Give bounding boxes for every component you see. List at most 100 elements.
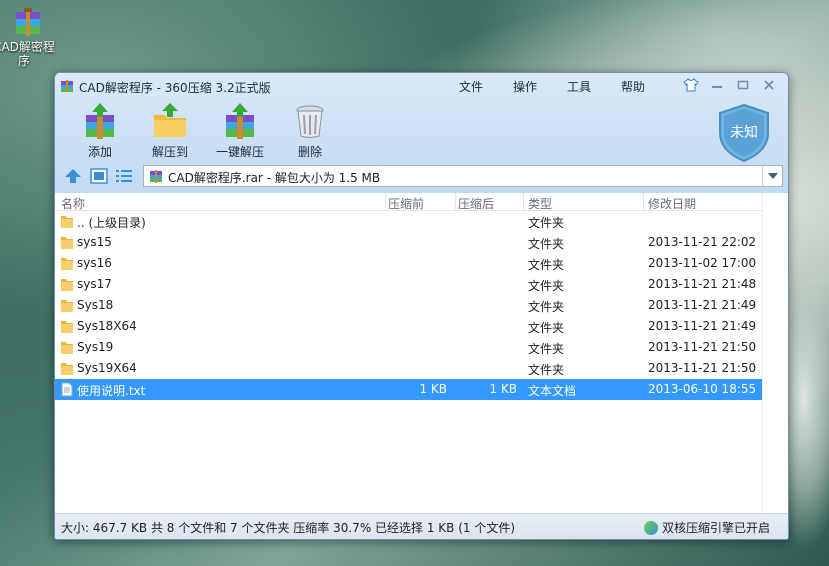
file-date: 2013-11-21 21:49 [648, 319, 757, 333]
column-divider[interactable] [643, 193, 644, 211]
rar-file-icon [150, 170, 162, 183]
close-button[interactable] [756, 75, 782, 95]
list-view-icon[interactable] [115, 168, 133, 184]
menu-bar: 文件 操作 工具 帮助 [459, 78, 675, 95]
winrar-archive-icon [12, 6, 44, 38]
list-item[interactable]: Sys19X64 文件夹 2013-11-21 21:50 [55, 358, 763, 379]
desktop-icon-cad[interactable]: CAD解密程序 [0, 6, 56, 68]
file-name: Sys19 [77, 340, 114, 354]
list-item[interactable]: sys17 文件夹 2013-11-21 21:48 [55, 274, 763, 295]
address-row: CAD解密程序.rar - 解包大小为 1.5 MB [55, 163, 788, 191]
list-item[interactable]: Sys18 文件夹 2013-11-21 21:49 [55, 295, 763, 316]
folder-icon [61, 216, 73, 228]
icon-view-icon[interactable] [90, 168, 108, 184]
security-status-badge[interactable]: 未知 [716, 103, 772, 163]
folder-icon [61, 363, 73, 375]
maximize-button[interactable] [730, 75, 756, 95]
file-name: Sys18X64 [77, 319, 137, 333]
address-dropdown-button[interactable] [762, 166, 782, 186]
file-date: 2013-11-21 22:02 [648, 235, 757, 249]
text-file-icon [61, 382, 73, 397]
file-date: 2013-11-21 21:48 [648, 277, 757, 291]
status-summary: 大小: 467.7 KB 共 8 个文件和 7 个文件夹 压缩率 30.7% 已… [61, 521, 516, 535]
list-item[interactable]: .. (上级目录) 文件夹 [55, 211, 763, 232]
folder-icon [61, 300, 73, 312]
add-label: 添加 [87, 145, 112, 159]
extract-folder-icon [152, 103, 188, 139]
window-title: CAD解密程序 - 360压缩 3.2正式版 [79, 81, 271, 95]
column-before[interactable]: 压缩前 [388, 195, 424, 212]
add-archive-icon [82, 103, 118, 139]
list-item-selected[interactable]: 使用说明.txt 1 KB 1 KB 文本文档 2013-06-10 18:55 [55, 379, 763, 400]
vertical-scrollbar[interactable] [762, 193, 788, 515]
file-date: 2013-11-21 21:49 [648, 298, 757, 312]
toolbar: 添加 解压到 一键解压 删除 [65, 103, 345, 160]
column-divider[interactable] [523, 193, 524, 211]
desktop-icon-label: CAD解密程序 [0, 40, 55, 68]
list-item[interactable]: sys16 文件夹 2013-11-02 17:00 [55, 253, 763, 274]
extract-to-button[interactable]: 解压到 [135, 103, 205, 160]
file-type: 文件夹 [528, 300, 565, 314]
file-type: 文件夹 [528, 237, 565, 251]
delete-label: 删除 [297, 145, 322, 159]
file-size-before: 1 KB [419, 382, 447, 396]
engine-status-text: 双核压缩引擎已开启 [661, 521, 770, 535]
chevron-down-icon [767, 173, 778, 179]
badge-label: 未知 [730, 124, 758, 141]
one-click-extract-icon [222, 103, 258, 139]
folder-icon [61, 237, 73, 249]
folder-icon [61, 342, 73, 354]
list-item[interactable]: Sys19 文件夹 2013-11-21 21:50 [55, 337, 763, 358]
file-type: 文件夹 [528, 321, 565, 335]
one-click-extract-label: 一键解压 [215, 145, 264, 159]
file-type: 文本文档 [528, 384, 577, 398]
one-click-extract-button[interactable]: 一键解压 [205, 103, 275, 160]
add-button[interactable]: 添加 [65, 103, 135, 160]
file-type: 文件夹 [528, 342, 565, 356]
file-name: sys15 [77, 235, 112, 249]
extract-to-label: 解压到 [151, 145, 188, 159]
file-name: Sys18 [77, 298, 114, 312]
file-date: 2013-06-10 18:55 [648, 382, 757, 396]
menu-help[interactable]: 帮助 [621, 78, 645, 95]
file-name: Sys19X64 [77, 361, 137, 375]
window-controls [678, 75, 782, 95]
column-type[interactable]: 类型 [528, 195, 552, 212]
dual-core-engine-icon [643, 520, 658, 535]
file-type: 文件夹 [528, 258, 565, 272]
menu-file[interactable]: 文件 [459, 78, 483, 95]
list-item[interactable]: sys15 文件夹 2013-11-21 22:02 [55, 232, 763, 253]
column-date[interactable]: 修改日期 [648, 195, 696, 212]
file-date: 2013-11-02 17:00 [648, 256, 757, 270]
archive-window: CAD解密程序 - 360压缩 3.2正式版 文件 操作 工具 帮助 添加 解压… [54, 72, 789, 540]
column-divider[interactable] [385, 193, 386, 211]
file-size-after: 1 KB [489, 382, 517, 396]
column-divider[interactable] [455, 193, 456, 211]
address-bar[interactable]: CAD解密程序.rar - 解包大小为 1.5 MB [143, 165, 783, 187]
skin-icon[interactable] [678, 75, 704, 95]
file-name: sys16 [77, 256, 112, 270]
menu-operate[interactable]: 操作 [513, 78, 537, 95]
menu-tools[interactable]: 工具 [567, 78, 591, 95]
up-arrow-icon[interactable] [64, 168, 82, 184]
file-list-header: 名称 压缩前 压缩后 类型 修改日期 [55, 193, 788, 212]
list-item[interactable]: Sys18X64 文件夹 2013-11-21 21:49 [55, 316, 763, 337]
folder-icon [61, 258, 73, 270]
titlebar[interactable]: CAD解密程序 - 360压缩 3.2正式版 文件 操作 工具 帮助 [55, 73, 788, 99]
minimize-button[interactable] [704, 75, 730, 95]
trash-icon [292, 103, 328, 139]
file-type: 文件夹 [528, 363, 565, 377]
file-list: .. (上级目录) 文件夹 sys15 文件夹 2013-11-21 22:02… [55, 211, 788, 400]
file-date: 2013-11-21 21:50 [648, 361, 757, 375]
file-name: sys17 [77, 277, 112, 291]
window-top-band: CAD解密程序 - 360压缩 3.2正式版 文件 操作 工具 帮助 添加 解压… [55, 73, 788, 193]
file-name: .. (上级目录) [77, 216, 146, 230]
folder-icon [61, 321, 73, 333]
column-after[interactable]: 压缩后 [458, 195, 494, 212]
engine-status[interactable]: 双核压缩引擎已开启 [643, 519, 770, 536]
file-type: 文件夹 [528, 279, 565, 293]
delete-button[interactable]: 删除 [275, 103, 345, 160]
column-name[interactable]: 名称 [61, 195, 85, 212]
address-text: CAD解密程序.rar - 解包大小为 1.5 MB [168, 171, 381, 185]
file-type: 文件夹 [528, 216, 565, 230]
